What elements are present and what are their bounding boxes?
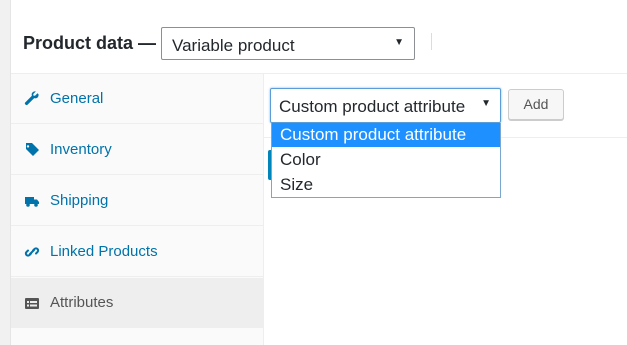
panel-title: Product data — [23,33,157,53]
product-data-header: Product data — Variable product ▼ [11,0,627,74]
tab-shipping[interactable]: Shipping [11,176,263,226]
chevron-down-icon: ▼ [394,37,404,48]
product-data-tabs: General Inventory Shipping Linked Produc… [11,74,264,345]
tab-label: Linked Products [50,243,158,260]
wrench-icon [24,91,40,107]
chevron-down-icon: ▼ [481,98,491,109]
option-custom-product-attribute[interactable]: Custom product attribute [272,123,500,147]
tab-label: Inventory [50,141,112,158]
product-type-select[interactable]: Variable product ▼ [161,27,415,60]
tab-label: Attributes [50,294,114,311]
tab-general[interactable]: General [11,74,263,124]
truck-icon [24,193,40,209]
attribute-options-dropdown: Custom product attribute Color Size [271,123,501,198]
product-type-value: Variable product [172,36,295,55]
link-icon [24,244,40,260]
tab-label: Shipping [50,192,109,209]
option-size[interactable]: Size [272,173,500,197]
list-view-icon [24,295,40,311]
header-divider [431,33,432,50]
add-attribute-button[interactable]: Add [508,89,564,120]
option-color[interactable]: Color [272,148,500,172]
tab-label: General [50,90,104,107]
attribute-taxonomy-select[interactable]: Custom product attribute ▼ [270,88,501,123]
tag-icon [24,142,40,158]
attribute-select-value: Custom product attribute [279,97,466,116]
tab-attributes[interactable]: Attributes [11,278,263,328]
tab-inventory[interactable]: Inventory [11,125,263,175]
tab-linked-products[interactable]: Linked Products [11,227,263,277]
